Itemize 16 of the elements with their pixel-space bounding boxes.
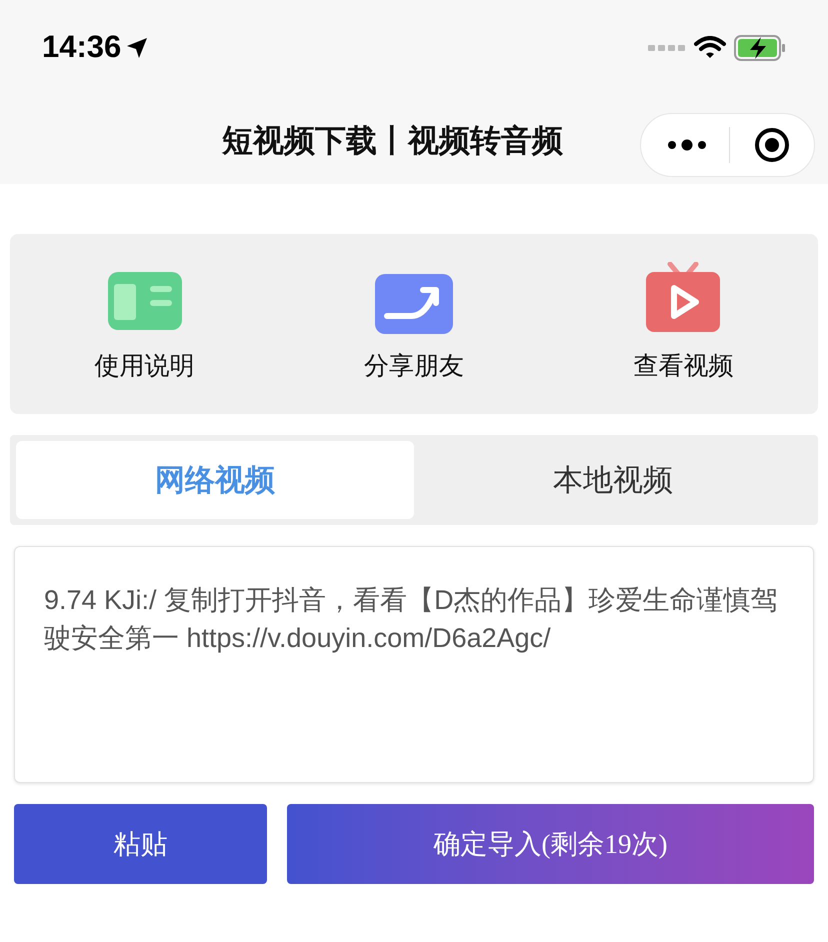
wifi-icon (694, 36, 726, 60)
link-text-field[interactable]: 9.74 KJi:/ 复制打开抖音，看看【D杰的作品】珍爱生命谨慎驾驶安全第一 https://v.douyin.com/D6a2Agc/ (14, 546, 814, 783)
page-title: 短视频下载丨视频转音频 (222, 122, 563, 160)
battery-charging-icon (734, 34, 786, 60)
more-icon[interactable] (667, 139, 707, 151)
paste-button[interactable]: 粘贴 (14, 804, 267, 884)
import-button[interactable]: 确定导入(剩余19次) (287, 804, 814, 884)
close-target-icon[interactable] (754, 127, 790, 163)
shortcut-label[interactable]: 使用说明 (94, 348, 195, 386)
clock-time: 14:36 (42, 28, 122, 66)
tab[interactable]: 本地视频 (414, 441, 812, 519)
signal-icon (648, 44, 686, 52)
location-arrow-icon (125, 36, 150, 60)
tv-play-icon (644, 262, 722, 334)
shortcut-label[interactable]: 分享朋友 (364, 348, 464, 386)
shortcut-label[interactable]: 查看视频 (633, 348, 734, 386)
